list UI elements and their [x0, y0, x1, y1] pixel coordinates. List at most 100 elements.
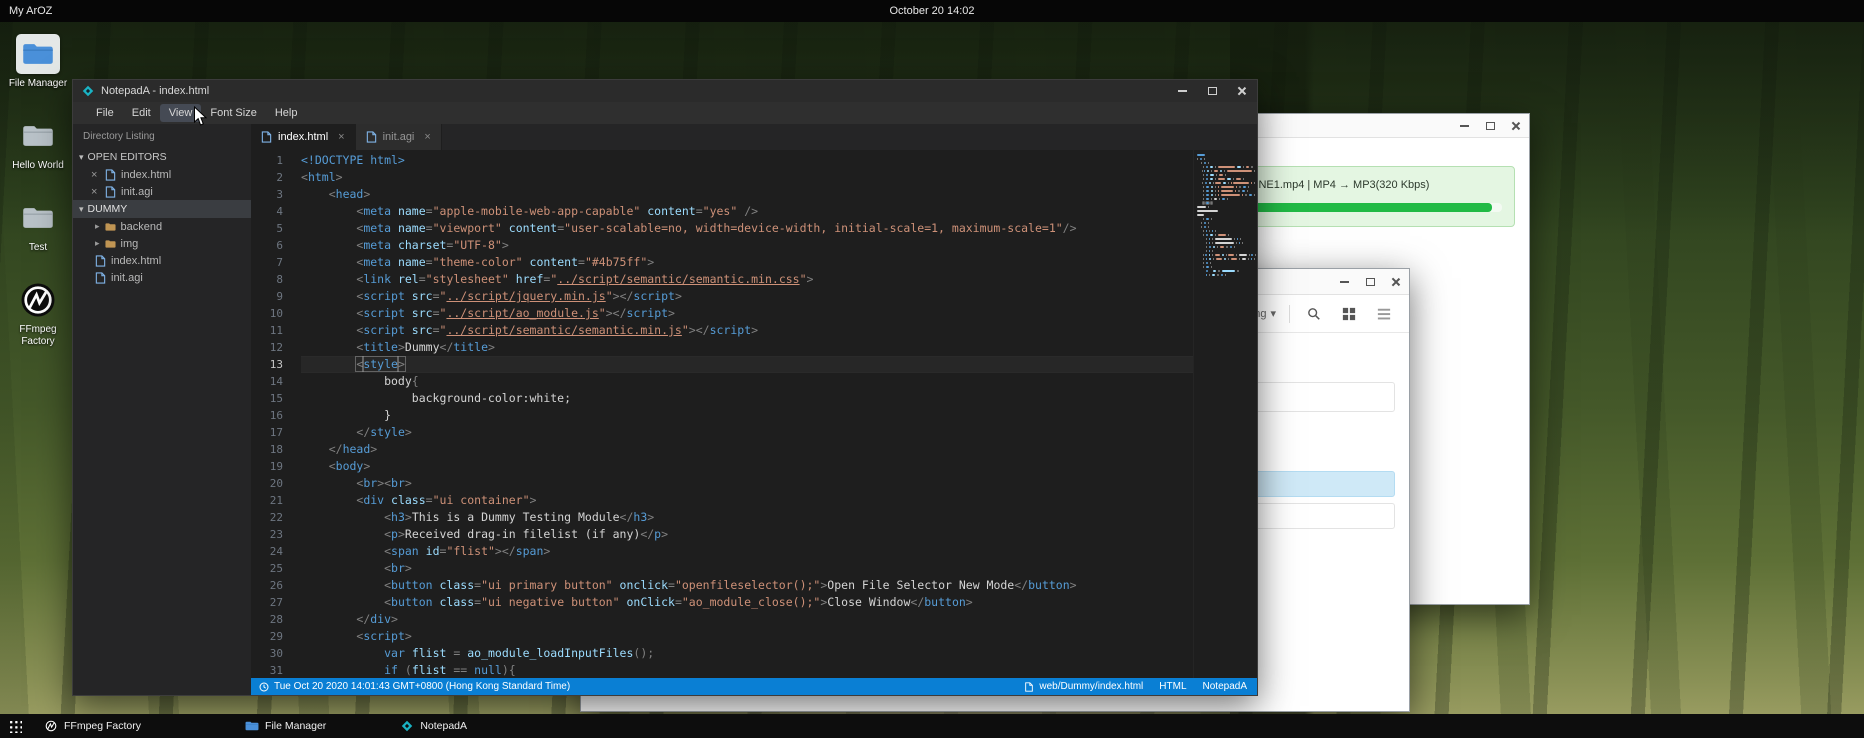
- code-token: class: [433, 595, 475, 609]
- code-token: name: [391, 204, 426, 218]
- code-token: >: [398, 357, 405, 371]
- minimap-token: [1197, 194, 1201, 196]
- close-tab-icon[interactable]: ×: [424, 131, 430, 143]
- search-icon[interactable]: [1303, 303, 1325, 325]
- minimap-token: [1209, 258, 1211, 260]
- taskbar-item-file-manager[interactable]: File Manager: [239, 714, 332, 738]
- menu-edit[interactable]: Edit: [123, 104, 160, 122]
- tab-init-agi[interactable]: init.agi×: [356, 124, 442, 150]
- folder-icon: [16, 34, 60, 74]
- close-file-icon[interactable]: ×: [91, 169, 100, 181]
- minimap-token: [1208, 226, 1209, 228]
- maximize-button[interactable]: [1357, 269, 1383, 294]
- minimap-token: [1223, 182, 1226, 184]
- minimap[interactable]: [1193, 150, 1257, 678]
- explorer-item-init-agi[interactable]: ×init.agi: [73, 183, 251, 200]
- app-launcher-button[interactable]: [0, 714, 30, 738]
- explorer-item-index-html[interactable]: ×index.html: [73, 166, 251, 183]
- explorer-item-backend[interactable]: ▸backend: [73, 218, 251, 235]
- code-token: src: [405, 289, 433, 303]
- desktop-icon-label: File Manager: [9, 78, 67, 90]
- minimize-button[interactable]: [1167, 80, 1197, 102]
- explorer-item-img[interactable]: ▸img: [73, 235, 251, 252]
- minimap-token: [1206, 194, 1209, 196]
- code-token: name: [391, 255, 426, 269]
- menu-view[interactable]: View: [160, 104, 202, 122]
- statusbar-filepath-text: web/Dummy/index.html: [1039, 681, 1143, 692]
- line-number: 29: [251, 628, 297, 645]
- code-token: </: [1014, 578, 1028, 592]
- code-token: [301, 323, 356, 337]
- explorer-section-dummy[interactable]: ▾DUMMY: [73, 200, 251, 218]
- code-token: ();: [633, 646, 654, 660]
- minimap-token: [1211, 218, 1212, 220]
- menu-help[interactable]: Help: [266, 104, 307, 122]
- menu-font-size[interactable]: Font Size: [201, 104, 265, 122]
- minimap-token: [1210, 262, 1211, 264]
- minimap-token: [1243, 166, 1244, 168]
- grid-view-icon[interactable]: [1338, 303, 1360, 325]
- tab-index-html[interactable]: index.html×: [251, 124, 356, 150]
- maximize-button[interactable]: [1477, 114, 1503, 137]
- line-number-gutter: 1234567891011121314151617181920212223242…: [251, 150, 297, 678]
- file-name: img: [121, 238, 139, 250]
- code-token: ></: [613, 289, 634, 303]
- notepada-titlebar[interactable]: NotepadA - index.html: [73, 80, 1257, 102]
- desktop-icon-hello-world[interactable]: Hello World: [4, 116, 72, 172]
- section-label: DUMMY: [88, 203, 128, 215]
- explorer-item-index-html[interactable]: index.html: [73, 252, 251, 269]
- code-editor[interactable]: 1234567891011121314151617181920212223242…: [251, 150, 1257, 678]
- minimap-token: [1246, 166, 1249, 168]
- code-token: br: [391, 476, 405, 490]
- close-tab-icon[interactable]: ×: [338, 131, 344, 143]
- minimap-token: [1197, 170, 1200, 172]
- minimap-token: [1242, 190, 1245, 192]
- code-token: head: [336, 187, 364, 201]
- code-line: <meta name="viewport" content="user-scal…: [301, 220, 1193, 237]
- minimap-token: [1203, 202, 1204, 204]
- minimap-token: [1209, 254, 1211, 256]
- desktop-icon-test[interactable]: Test: [4, 198, 72, 254]
- code-line: body{: [301, 373, 1193, 390]
- close-button[interactable]: [1227, 80, 1257, 102]
- minimap-token: [1206, 250, 1207, 252]
- minimap-token: [1237, 166, 1241, 168]
- minimap-token: [1203, 178, 1204, 180]
- file-icon: [105, 169, 116, 181]
- taskbar-item-notepada[interactable]: NotepadA: [394, 714, 473, 738]
- statusbar-filepath[interactable]: web/Dummy/index.html: [1024, 681, 1143, 692]
- menu-file[interactable]: File: [87, 104, 123, 122]
- minimap-token: [1216, 258, 1222, 260]
- minimap-token: [1197, 242, 1204, 244]
- code-token: }: [301, 408, 391, 422]
- file-icon: [1024, 682, 1034, 692]
- editor-area: index.html×init.agi× 1234567891011121314…: [251, 124, 1257, 695]
- minimap-token: [1219, 198, 1220, 200]
- code-text[interactable]: <!DOCTYPE html><html> <head> <meta name=…: [297, 150, 1193, 678]
- maximize-button[interactable]: [1197, 80, 1227, 102]
- explorer-item-init-agi[interactable]: init.agi: [73, 269, 251, 286]
- minimap-token: [1221, 194, 1240, 196]
- statusbar-appname[interactable]: NotepadA: [1203, 681, 1247, 692]
- minimap-token: [1209, 242, 1210, 244]
- minimize-button[interactable]: [1451, 114, 1477, 137]
- minimap-token: [1240, 238, 1241, 240]
- minimap-token: [1214, 198, 1217, 200]
- desktop-icon-ffmpeg-factory[interactable]: FFmpeg Factory: [4, 280, 72, 348]
- statusbar-language[interactable]: HTML: [1159, 681, 1186, 692]
- code-line: <meta name="apple-mobile-web-app-capable…: [301, 203, 1193, 220]
- minimize-button[interactable]: [1331, 269, 1357, 294]
- taskbar-item-ffmpeg-factory[interactable]: FFmpeg Factory: [38, 714, 147, 738]
- explorer-section-open-editors[interactable]: ▾OPEN EDITORS: [73, 148, 251, 166]
- minimap-token: [1251, 182, 1252, 184]
- list-view-icon[interactable]: [1373, 303, 1395, 325]
- aroz-start-menu[interactable]: My ArOZ: [9, 5, 52, 17]
- close-button[interactable]: [1503, 114, 1529, 137]
- code-token: class: [433, 578, 475, 592]
- desktop-icon-label: Hello World: [12, 160, 64, 172]
- code-token: [301, 510, 384, 524]
- close-file-icon[interactable]: ×: [91, 186, 100, 198]
- minimap-token: [1251, 258, 1253, 260]
- close-button[interactable]: [1383, 269, 1409, 294]
- desktop-icon-file-manager[interactable]: File Manager: [4, 34, 72, 90]
